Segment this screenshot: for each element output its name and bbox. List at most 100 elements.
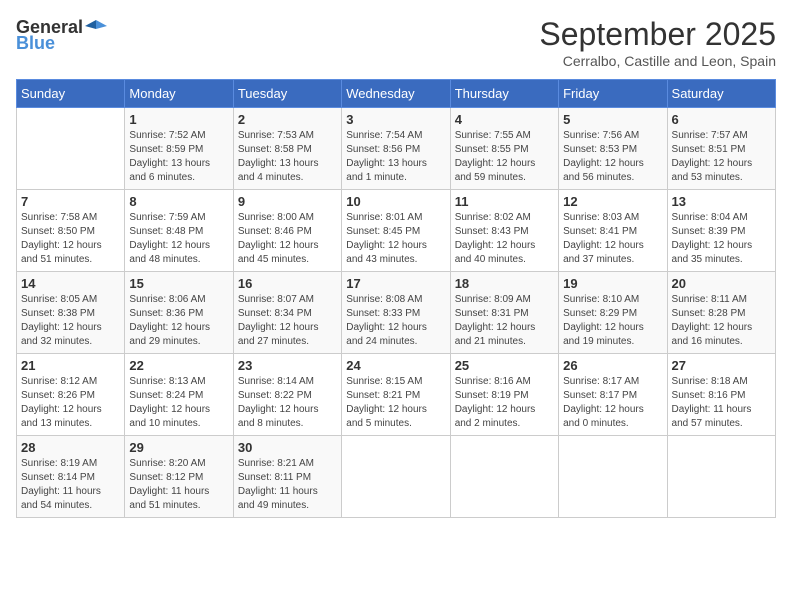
calendar-cell: 29 Sunrise: 8:20 AM Sunset: 8:12 PM Dayli… <box>125 436 233 518</box>
calendar-cell: 1Sunrise: 7:52 AM Sunset: 8:59 PM Daylig… <box>125 108 233 190</box>
day-number: 18 <box>455 276 554 291</box>
calendar-week-row: 7 Sunrise: 7:58 AM Sunset: 8:50 PM Daylig… <box>17 190 776 272</box>
day-info: Sunrise: 7:52 AM Sunset: 8:59 PM Dayligh… <box>129 129 228 185</box>
day-number: 6 <box>672 112 771 127</box>
calendar-cell: 8Sunrise: 7:59 AM Sunset: 8:48 PM Daylig… <box>125 190 233 272</box>
day-info: Sunrise: 8:01 AM Sunset: 8:45 PM Dayligh… <box>346 211 445 267</box>
day-info: Sunrise: 8:18 AM Sunset: 8:16 PM Dayligh… <box>672 375 771 431</box>
calendar-cell: 12 Sunrise: 8:03 AM Sunset: 8:41 PM Dayli… <box>559 190 667 272</box>
subtitle: Cerralbo, Castille and Leon, Spain <box>539 53 776 69</box>
day-info: Sunrise: 8:13 AM Sunset: 8:24 PM Dayligh… <box>129 375 228 431</box>
day-info: Sunrise: 8:15 AM Sunset: 8:21 PM Dayligh… <box>346 375 445 431</box>
calendar-cell: 24 Sunrise: 8:15 AM Sunset: 8:21 PM Dayli… <box>342 354 450 436</box>
day-number: 25 <box>455 358 554 373</box>
logo-text-blue: Blue <box>16 34 55 52</box>
calendar-cell: 14Sunrise: 8:05 AM Sunset: 8:38 PM Dayli… <box>17 272 125 354</box>
calendar-cell: 10 Sunrise: 8:01 AM Sunset: 8:45 PM Dayli… <box>342 190 450 272</box>
day-number: 27 <box>672 358 771 373</box>
calendar-cell <box>342 436 450 518</box>
day-info: Sunrise: 8:20 AM Sunset: 8:12 PM Dayligh… <box>129 457 228 513</box>
calendar-week-row: 28 Sunrise: 8:19 AM Sunset: 8:14 PM Dayli… <box>17 436 776 518</box>
title-area: September 2025 Cerralbo, Castille and Le… <box>539 16 776 69</box>
calendar-cell: 30 Sunrise: 8:21 AM Sunset: 8:11 PM Dayli… <box>233 436 341 518</box>
day-info: Sunrise: 8:02 AM Sunset: 8:43 PM Dayligh… <box>455 211 554 267</box>
calendar-week-row: 14Sunrise: 8:05 AM Sunset: 8:38 PM Dayli… <box>17 272 776 354</box>
calendar-cell: 5Sunrise: 7:56 AM Sunset: 8:53 PM Daylig… <box>559 108 667 190</box>
calendar-cell: 13 Sunrise: 8:04 AM Sunset: 8:39 PM Dayli… <box>667 190 775 272</box>
day-number: 12 <box>563 194 662 209</box>
day-info: Sunrise: 8:06 AM Sunset: 8:36 PM Dayligh… <box>129 293 228 349</box>
calendar-header-row: SundayMondayTuesdayWednesdayThursdayFrid… <box>17 80 776 108</box>
day-info: Sunrise: 7:53 AM Sunset: 8:58 PM Dayligh… <box>238 129 337 185</box>
calendar-cell: 19 Sunrise: 8:10 AM Sunset: 8:29 PM Dayli… <box>559 272 667 354</box>
calendar-cell: 4 Sunrise: 7:55 AM Sunset: 8:55 PM Daylig… <box>450 108 558 190</box>
calendar-cell: 21Sunrise: 8:12 AM Sunset: 8:26 PM Dayli… <box>17 354 125 436</box>
day-number: 26 <box>563 358 662 373</box>
day-of-week-header: Thursday <box>450 80 558 108</box>
day-number: 8 <box>129 194 228 209</box>
day-info: Sunrise: 7:57 AM Sunset: 8:51 PM Dayligh… <box>672 129 771 185</box>
day-number: 16 <box>238 276 337 291</box>
calendar-cell: 23Sunrise: 8:14 AM Sunset: 8:22 PM Dayli… <box>233 354 341 436</box>
day-number: 7 <box>21 194 120 209</box>
day-number: 24 <box>346 358 445 373</box>
header: General Blue September 2025 Cerralbo, Ca… <box>16 16 776 69</box>
day-info: Sunrise: 8:07 AM Sunset: 8:34 PM Dayligh… <box>238 293 337 349</box>
calendar-cell: 18 Sunrise: 8:09 AM Sunset: 8:31 PM Dayli… <box>450 272 558 354</box>
day-number: 30 <box>238 440 337 455</box>
day-info: Sunrise: 8:09 AM Sunset: 8:31 PM Dayligh… <box>455 293 554 349</box>
day-info: Sunrise: 8:08 AM Sunset: 8:33 PM Dayligh… <box>346 293 445 349</box>
calendar-body: 1Sunrise: 7:52 AM Sunset: 8:59 PM Daylig… <box>17 108 776 518</box>
calendar-cell: 27 Sunrise: 8:18 AM Sunset: 8:16 PM Dayli… <box>667 354 775 436</box>
day-info: Sunrise: 8:16 AM Sunset: 8:19 PM Dayligh… <box>455 375 554 431</box>
day-info: Sunrise: 7:58 AM Sunset: 8:50 PM Dayligh… <box>21 211 120 267</box>
day-number: 9 <box>238 194 337 209</box>
day-info: Sunrise: 8:05 AM Sunset: 8:38 PM Dayligh… <box>21 293 120 349</box>
day-info: Sunrise: 7:55 AM Sunset: 8:55 PM Dayligh… <box>455 129 554 185</box>
day-number: 3 <box>346 112 445 127</box>
day-info: Sunrise: 8:14 AM Sunset: 8:22 PM Dayligh… <box>238 375 337 431</box>
calendar-cell: 11Sunrise: 8:02 AM Sunset: 8:43 PM Dayli… <box>450 190 558 272</box>
calendar-cell: 9Sunrise: 8:00 AM Sunset: 8:46 PM Daylig… <box>233 190 341 272</box>
day-info: Sunrise: 8:03 AM Sunset: 8:41 PM Dayligh… <box>563 211 662 267</box>
day-of-week-header: Sunday <box>17 80 125 108</box>
day-of-week-header: Tuesday <box>233 80 341 108</box>
calendar-cell <box>450 436 558 518</box>
day-number: 15 <box>129 276 228 291</box>
day-of-week-header: Friday <box>559 80 667 108</box>
day-number: 22 <box>129 358 228 373</box>
calendar-cell: 15 Sunrise: 8:06 AM Sunset: 8:36 PM Dayli… <box>125 272 233 354</box>
day-info: Sunrise: 8:10 AM Sunset: 8:29 PM Dayligh… <box>563 293 662 349</box>
day-info: Sunrise: 7:56 AM Sunset: 8:53 PM Dayligh… <box>563 129 662 185</box>
calendar-cell: 6 Sunrise: 7:57 AM Sunset: 8:51 PM Daylig… <box>667 108 775 190</box>
calendar-cell: 28 Sunrise: 8:19 AM Sunset: 8:14 PM Dayli… <box>17 436 125 518</box>
day-number: 13 <box>672 194 771 209</box>
day-of-week-header: Monday <box>125 80 233 108</box>
day-number: 21 <box>21 358 120 373</box>
calendar-cell: 2Sunrise: 7:53 AM Sunset: 8:58 PM Daylig… <box>233 108 341 190</box>
calendar-cell: 25 Sunrise: 8:16 AM Sunset: 8:19 PM Dayli… <box>450 354 558 436</box>
calendar-table: SundayMondayTuesdayWednesdayThursdayFrid… <box>16 79 776 518</box>
calendar-week-row: 21Sunrise: 8:12 AM Sunset: 8:26 PM Dayli… <box>17 354 776 436</box>
calendar-cell: 17 Sunrise: 8:08 AM Sunset: 8:33 PM Dayli… <box>342 272 450 354</box>
day-info: Sunrise: 8:21 AM Sunset: 8:11 PM Dayligh… <box>238 457 337 513</box>
calendar-cell: 16 Sunrise: 8:07 AM Sunset: 8:34 PM Dayli… <box>233 272 341 354</box>
day-info: Sunrise: 8:11 AM Sunset: 8:28 PM Dayligh… <box>672 293 771 349</box>
day-info: Sunrise: 7:54 AM Sunset: 8:56 PM Dayligh… <box>346 129 445 185</box>
logo-bird-icon <box>85 16 107 38</box>
day-of-week-header: Saturday <box>667 80 775 108</box>
calendar-cell: 20 Sunrise: 8:11 AM Sunset: 8:28 PM Dayli… <box>667 272 775 354</box>
day-info: Sunrise: 8:19 AM Sunset: 8:14 PM Dayligh… <box>21 457 120 513</box>
day-number: 20 <box>672 276 771 291</box>
calendar-cell <box>559 436 667 518</box>
day-number: 29 <box>129 440 228 455</box>
calendar-cell <box>17 108 125 190</box>
calendar-cell: 26Sunrise: 8:17 AM Sunset: 8:17 PM Dayli… <box>559 354 667 436</box>
day-info: Sunrise: 8:04 AM Sunset: 8:39 PM Dayligh… <box>672 211 771 267</box>
day-number: 17 <box>346 276 445 291</box>
day-number: 4 <box>455 112 554 127</box>
day-number: 28 <box>21 440 120 455</box>
day-number: 19 <box>563 276 662 291</box>
day-number: 10 <box>346 194 445 209</box>
calendar-cell <box>667 436 775 518</box>
